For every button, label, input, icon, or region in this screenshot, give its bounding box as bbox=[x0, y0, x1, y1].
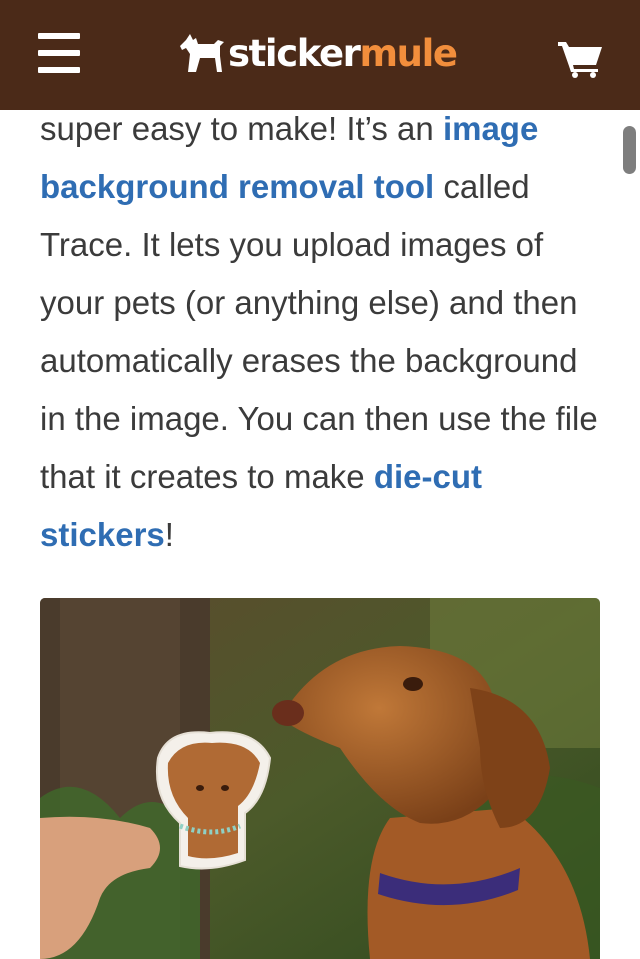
site-logo[interactable]: stickermule bbox=[180, 28, 458, 78]
logo-wordmark: stickermule bbox=[228, 31, 458, 75]
article-photo bbox=[40, 598, 600, 959]
paragraph-text: super easy to make! It’s an bbox=[40, 110, 443, 147]
paragraph-text: ! bbox=[164, 516, 174, 553]
site-header: stickermule bbox=[0, 0, 640, 110]
hamburger-menu-icon[interactable] bbox=[38, 33, 80, 73]
logo-text-mule: mule bbox=[359, 31, 457, 75]
mule-logo-icon bbox=[180, 34, 224, 72]
shopping-cart-icon[interactable] bbox=[556, 36, 604, 78]
scrollbar-thumb[interactable] bbox=[623, 126, 636, 174]
article-paragraph: super easy to make! It’s an image backgr… bbox=[40, 100, 610, 564]
paragraph-text: called Trace. It lets you upload images … bbox=[40, 168, 598, 495]
logo-text-sticker: sticker bbox=[228, 31, 361, 75]
article-body: super easy to make! It’s an image backgr… bbox=[40, 100, 610, 564]
